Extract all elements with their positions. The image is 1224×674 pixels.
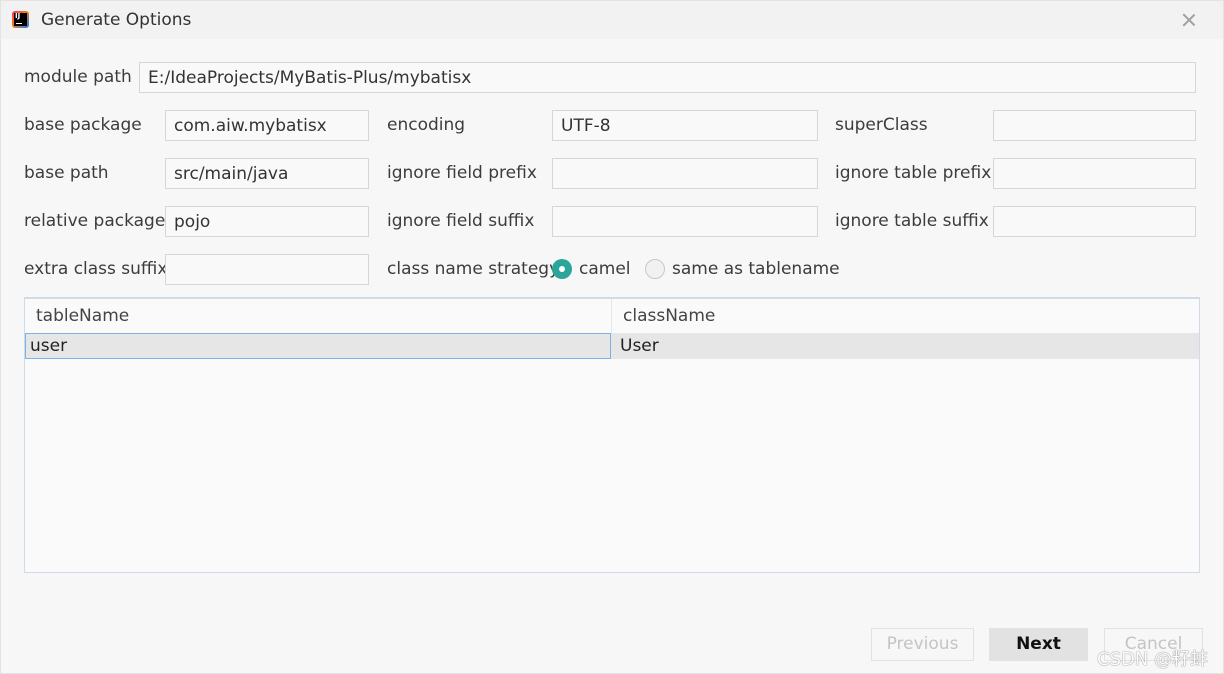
generate-options-dialog: Generate Options module path base packag… [0,0,1224,674]
extra-class-suffix-label: extra class suffix [24,259,168,279]
ignore-table-prefix-input[interactable] [993,158,1196,189]
camel-radio-label[interactable]: camel [579,259,631,279]
ignore-field-suffix-label: ignore field suffix [387,211,535,231]
base-package-input[interactable] [165,110,369,141]
module-path-input[interactable] [139,62,1196,93]
next-button[interactable]: Next [989,628,1088,661]
ignore-table-suffix-label: ignore table suffix [835,211,989,231]
csdn-watermark: CSDN @籽蚌 [1097,649,1209,670]
ignore-field-suffix-input[interactable] [552,206,818,237]
base-path-input[interactable] [165,158,369,189]
column-header-classname[interactable]: className [612,299,1199,333]
encoding-input[interactable] [552,110,818,141]
table-row[interactable]: user User [25,333,1199,359]
camel-radio[interactable] [552,259,572,279]
ignore-table-suffix-input[interactable] [993,206,1196,237]
same-as-tablename-radio[interactable] [645,259,665,279]
close-icon[interactable] [1179,10,1199,30]
table-cell-classname[interactable]: User [616,333,1199,359]
class-name-strategy-label: class name strategy [387,259,560,279]
relative-package-label: relative package [24,211,166,231]
relative-package-input[interactable] [165,206,369,237]
dialog-title: Generate Options [41,10,192,30]
ignore-field-prefix-input[interactable] [552,158,818,189]
super-class-label: superClass [835,115,928,135]
base-path-label: base path [24,163,109,183]
table-cell-tablename[interactable]: user [25,333,611,359]
encoding-label: encoding [387,115,466,135]
base-package-label: base package [24,115,142,135]
super-class-input[interactable] [993,110,1196,141]
ignore-field-prefix-label: ignore field prefix [387,163,537,183]
title-bar: Generate Options [1,1,1223,39]
previous-button[interactable]: Previous [871,628,974,661]
intellij-app-icon [12,11,29,28]
ignore-table-prefix-label: ignore table prefix [835,163,992,183]
column-header-tablename[interactable]: tableName [25,299,611,333]
table-mapping-grid[interactable]: tableName className user User [24,297,1200,573]
same-as-tablename-radio-label[interactable]: same as tablename [672,259,840,279]
module-path-label: module path [24,67,132,87]
extra-class-suffix-input[interactable] [165,254,369,285]
